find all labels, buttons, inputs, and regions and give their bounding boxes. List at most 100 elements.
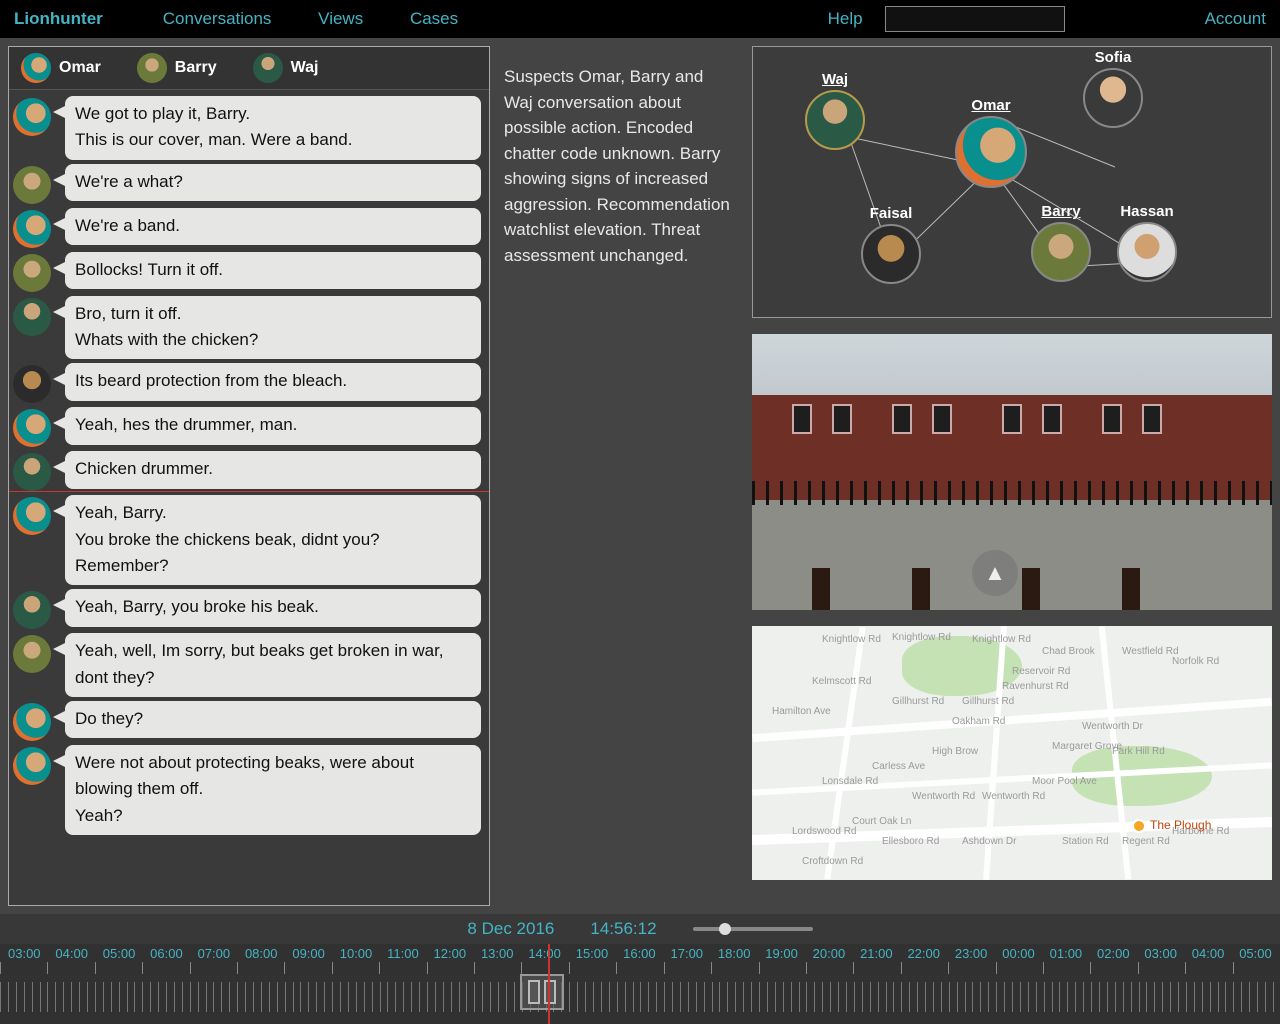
map-road-label: Wentworth Rd (982, 791, 1045, 802)
hour-label: 01:00 (1050, 946, 1083, 961)
message-bubble: Chicken drummer. (65, 451, 481, 488)
avatar-waj (805, 90, 865, 150)
playhead-marker-line (9, 491, 489, 492)
map-road-label: Knightlow Rd (892, 632, 951, 643)
avatar-barry (1031, 222, 1091, 282)
timeline-window[interactable] (520, 974, 564, 1010)
hour-label: 17:00 (671, 946, 704, 961)
message-bubble: We're a what? (65, 164, 481, 201)
timeline-ruler[interactable]: 03:0004:0005:0006:0007:0008:0009:0010:00… (0, 944, 1280, 1024)
graph-node-barry[interactable]: Barry (1031, 203, 1091, 287)
map-road-label: Kelmscott Rd (812, 676, 871, 687)
search-input[interactable] (885, 6, 1065, 32)
hour-label: 21:00 (860, 946, 893, 961)
map-road-label: Oakham Rd (952, 716, 1005, 727)
avatar-omar (13, 747, 51, 785)
case-summary: Suspects Omar, Barry and Waj conversatio… (504, 46, 738, 906)
hour-label: 14:00 (528, 946, 561, 961)
participant-omar[interactable]: Omar (21, 53, 101, 83)
avatar-hassan (1117, 222, 1177, 282)
graph-node-faisal[interactable]: Faisal (861, 205, 921, 289)
map-poi[interactable]: The Plough (1132, 818, 1211, 833)
hour-label: 13:00 (481, 946, 514, 961)
map-road-label: Gillhurst Rd (962, 696, 1014, 707)
message-row[interactable]: Its beard protection from the bleach. (13, 363, 481, 403)
map-road-label: Norfolk Rd (1172, 656, 1219, 667)
hour-label: 15:00 (576, 946, 609, 961)
message-bubble: Yeah, hes the drummer, man. (65, 407, 481, 444)
relationship-graph[interactable]: Waj Omar Sofia Faisal Barry Hassan (752, 46, 1272, 318)
map-road-label: Moor Pool Ave (1032, 776, 1097, 787)
message-row[interactable]: Yeah, Barry, you broke his beak. (13, 589, 481, 629)
avatar-omar (13, 497, 51, 535)
avatar-omar (13, 98, 51, 136)
zoom-slider-knob[interactable] (719, 923, 731, 935)
participant-label: Barry (175, 59, 217, 77)
nav-views[interactable]: Views (318, 9, 363, 28)
avatar-omar (955, 116, 1027, 188)
participant-waj[interactable]: Waj (253, 53, 319, 83)
map-road-label: Knightlow Rd (822, 634, 881, 645)
message-row[interactable]: Yeah, hes the drummer, man. (13, 407, 481, 447)
message-row[interactable]: We're a band. (13, 208, 481, 248)
map-road-label: Ravenhurst Rd (1002, 681, 1069, 692)
streetview-forward-icon[interactable]: ▲ (972, 550, 1018, 596)
graph-node-hassan[interactable]: Hassan (1117, 203, 1177, 287)
hour-label: 09:00 (292, 946, 325, 961)
message-row[interactable]: Were not about protecting beaks, were ab… (13, 745, 481, 835)
participants-bar: Omar Barry Waj (9, 47, 489, 90)
map-road-label: Carless Ave (872, 761, 925, 772)
hour-label: 22:00 (907, 946, 940, 961)
avatar-waj (253, 53, 283, 83)
message-row[interactable]: We're a what? (13, 164, 481, 204)
map-road-label: Gillhurst Rd (892, 696, 944, 707)
avatar-barry (13, 635, 51, 673)
hour-label: 03:00 (1144, 946, 1177, 961)
map-road-label: Knightlow Rd (972, 634, 1031, 645)
nav-conversations[interactable]: Conversations (163, 9, 272, 28)
map-road-label: Reservoir Rd (1012, 666, 1070, 677)
messages-list[interactable]: We got to play it, Barry.This is our cov… (9, 90, 489, 905)
avatar-faisal (861, 224, 921, 284)
nav-cases[interactable]: Cases (410, 9, 458, 28)
zoom-slider[interactable] (693, 927, 813, 931)
message-bubble: Bro, turn it off.Whats with the chicken? (65, 296, 481, 360)
participant-barry[interactable]: Barry (137, 53, 217, 83)
graph-node-sofia[interactable]: Sofia (1083, 49, 1143, 133)
hour-label: 08:00 (245, 946, 278, 961)
timeline-playhead[interactable] (548, 944, 550, 1024)
map-road-label: High Brow (932, 746, 978, 757)
avatar-waj (13, 298, 51, 336)
map-road-label: Hamilton Ave (772, 706, 831, 717)
nav-account[interactable]: Account (1205, 9, 1266, 29)
hour-label: 05:00 (1239, 946, 1272, 961)
map-road-label: Wentworth Dr (1082, 721, 1143, 732)
graph-node-waj[interactable]: Waj (805, 71, 865, 155)
hour-label: 18:00 (718, 946, 751, 961)
message-row[interactable]: Yeah, Barry.You broke the chickens beak,… (13, 495, 481, 585)
message-row[interactable]: Do they? (13, 701, 481, 741)
hour-label: 06:00 (150, 946, 183, 961)
message-row[interactable]: Bro, turn it off.Whats with the chicken? (13, 296, 481, 360)
app-brand: Lionhunter (14, 9, 103, 29)
streetview-panel[interactable]: ▲ (752, 334, 1272, 610)
map-road-label: Regent Rd (1122, 836, 1170, 847)
message-row[interactable]: Yeah, well, Im sorry, but beaks get brok… (13, 633, 481, 697)
map-road-label: Lonsdale Rd (822, 776, 878, 787)
message-row[interactable]: Bollocks! Turn it off. (13, 252, 481, 292)
graph-node-omar[interactable]: Omar (955, 97, 1027, 193)
nav-help[interactable]: Help (828, 9, 863, 29)
hour-label: 12:00 (434, 946, 467, 961)
message-bubble: Do they? (65, 701, 481, 738)
avatar-faisal (13, 365, 51, 403)
avatar-omar (13, 409, 51, 447)
hour-label: 23:00 (955, 946, 988, 961)
message-bubble: Yeah, well, Im sorry, but beaks get brok… (65, 633, 481, 697)
hour-label: 16:00 (623, 946, 656, 961)
avatar-sofia (1083, 68, 1143, 128)
message-row[interactable]: Chicken drummer. (13, 451, 481, 491)
map-road-label: Station Rd (1062, 836, 1109, 847)
avatar-barry (13, 166, 51, 204)
map-panel[interactable]: Knightlow RdKnightlow RdKnightlow RdWest… (752, 626, 1272, 880)
message-row[interactable]: We got to play it, Barry.This is our cov… (13, 96, 481, 160)
